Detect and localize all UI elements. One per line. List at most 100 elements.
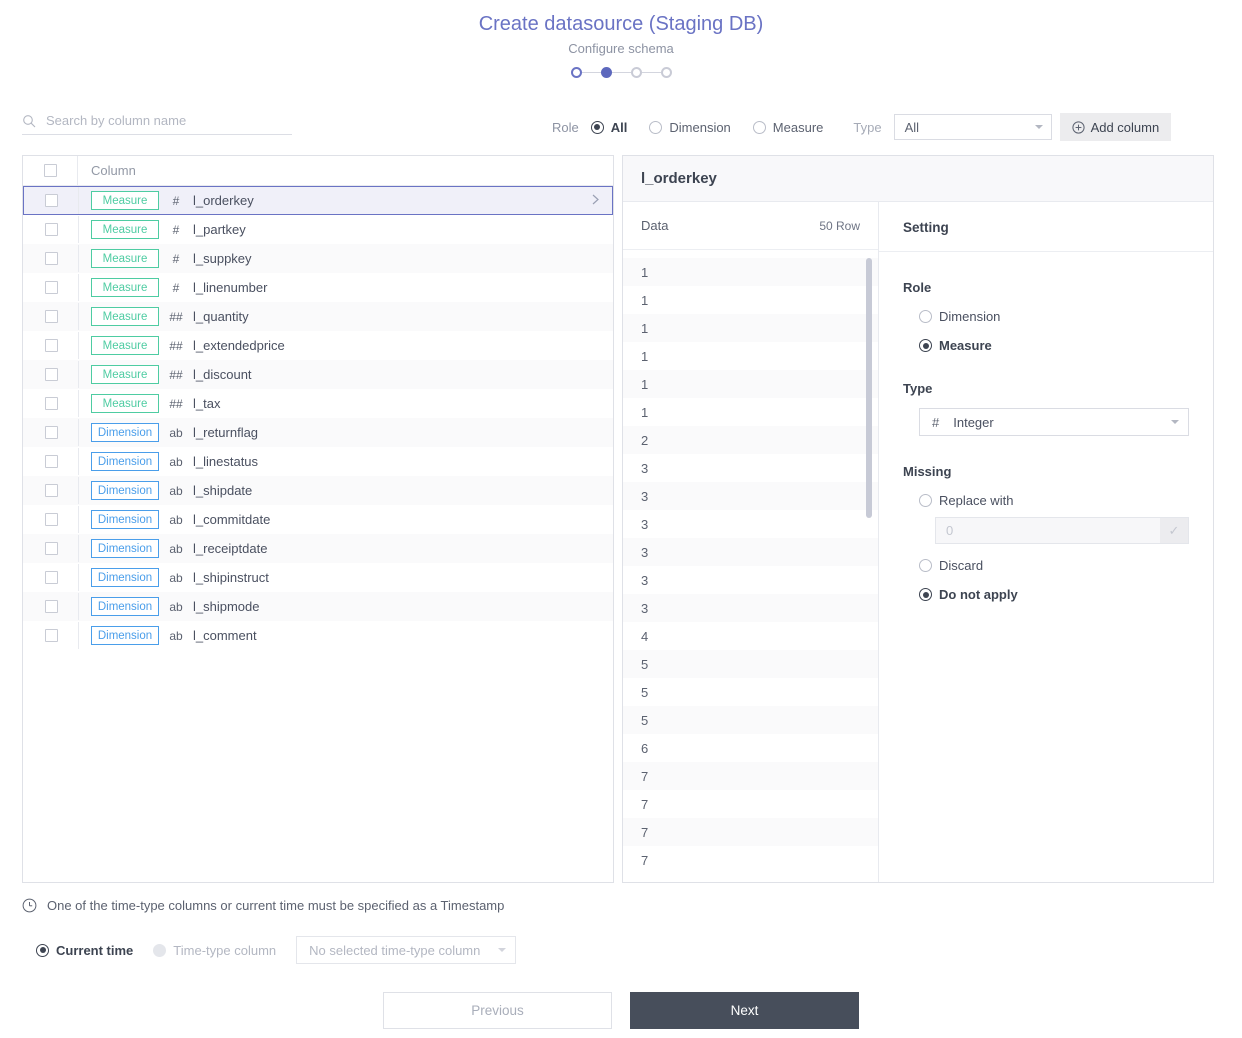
table-row[interactable]: Measure ## l_extendedprice xyxy=(23,331,613,360)
row-checkbox-cell[interactable] xyxy=(24,397,78,410)
row-checkbox[interactable] xyxy=(44,310,58,323)
row-checkbox-cell[interactable] xyxy=(24,542,78,555)
row-checkbox-cell[interactable] xyxy=(24,455,78,468)
table-row[interactable]: Measure # l_orderkey xyxy=(23,186,613,215)
table-row[interactable]: Dimension ab l_returnflag xyxy=(23,418,613,447)
row-checkbox[interactable] xyxy=(44,223,58,236)
table-row[interactable]: Measure # l_linenumber xyxy=(23,273,613,302)
select-all-checkbox-cell[interactable] xyxy=(23,164,77,177)
add-column-button[interactable]: Add column xyxy=(1059,113,1172,141)
row-checkbox-cell[interactable] xyxy=(24,600,78,613)
step-progress-indicator xyxy=(0,67,1242,78)
data-rows-container: 1 1 1 1 1 1 2 3 3 3 3 3 3 4 5 5 5 6 7 7 7 7 xyxy=(623,258,878,874)
replace-value-field[interactable]: ✓ xyxy=(935,517,1189,544)
row-checkbox[interactable] xyxy=(44,339,58,352)
role-badge: Dimension xyxy=(91,452,159,471)
row-checkbox-cell[interactable] xyxy=(24,281,78,294)
role-filter-measure[interactable]: Measure xyxy=(752,120,823,135)
table-row[interactable]: Dimension ab l_linestatus xyxy=(23,447,613,476)
row-checkbox-cell[interactable] xyxy=(24,194,78,207)
columns-table-body: Measure # l_orderkey Measure # l_partkey Measu… xyxy=(23,186,613,882)
row-divider xyxy=(78,477,79,504)
row-checkbox-cell[interactable] xyxy=(24,223,78,236)
row-checkbox-cell[interactable] xyxy=(24,339,78,352)
role-filter-dimension[interactable]: Dimension xyxy=(649,120,731,135)
row-checkbox-cell[interactable] xyxy=(24,368,78,381)
check-icon[interactable]: ✓ xyxy=(1160,518,1188,543)
row-checkbox[interactable] xyxy=(44,571,58,584)
decimal-type-icon: ## xyxy=(169,338,183,353)
table-row[interactable]: Dimension ab l_commitdate xyxy=(23,505,613,534)
row-divider xyxy=(78,187,79,214)
role-badge: Measure xyxy=(91,278,159,297)
table-row[interactable]: Dimension ab l_shipinstruct xyxy=(23,563,613,592)
table-row[interactable]: Measure # l_suppkey xyxy=(23,244,613,273)
row-checkbox-cell[interactable] xyxy=(24,426,78,439)
integer-type-icon: # xyxy=(172,280,180,295)
detail-role-option-measure[interactable]: Measure xyxy=(903,338,1189,353)
data-list-scrollbar[interactable] xyxy=(866,258,872,518)
step-dot-4[interactable] xyxy=(660,67,672,78)
type-filter-value: All xyxy=(904,119,920,135)
column-name: l_orderkey xyxy=(193,193,254,208)
role-filter-all[interactable]: All xyxy=(590,120,627,135)
row-checkbox[interactable] xyxy=(44,281,58,294)
select-all-checkbox[interactable] xyxy=(43,164,57,177)
type-filter-select[interactable]: All xyxy=(893,114,1052,140)
row-checkbox-cell[interactable] xyxy=(24,252,78,265)
radio-label: Discard xyxy=(939,558,984,573)
add-column-label: Add column xyxy=(1090,119,1160,135)
row-checkbox[interactable] xyxy=(44,629,58,642)
table-row[interactable]: Measure ## l_discount xyxy=(23,360,613,389)
chevron-down-icon xyxy=(1171,420,1179,424)
step-dot-1[interactable] xyxy=(570,67,582,78)
row-checkbox[interactable] xyxy=(44,600,58,613)
search-field[interactable] xyxy=(22,112,292,135)
missing-option-do-not-apply[interactable]: Do not apply xyxy=(903,587,1189,602)
data-row: 3 xyxy=(641,516,649,532)
row-checkbox-cell[interactable] xyxy=(24,310,78,323)
row-checkbox[interactable] xyxy=(44,455,58,468)
table-row[interactable]: Dimension ab l_shipdate xyxy=(23,476,613,505)
row-checkbox[interactable] xyxy=(44,542,58,555)
table-row[interactable]: Dimension ab l_shipmode xyxy=(23,592,613,621)
table-row[interactable]: Measure # l_partkey xyxy=(23,215,613,244)
column-name: l_quantity xyxy=(193,309,249,324)
missing-option-discard[interactable]: Discard xyxy=(903,558,1189,573)
previous-button[interactable]: Previous xyxy=(383,992,612,1029)
column-name: l_discount xyxy=(193,367,252,382)
row-checkbox-cell[interactable] xyxy=(24,629,78,642)
detail-role-option-dimension[interactable]: Dimension xyxy=(903,309,1189,324)
next-button[interactable]: Next xyxy=(630,992,859,1029)
wizard-header: Create datasource (Staging DB) Configure… xyxy=(0,0,1242,78)
chevron-right-icon[interactable] xyxy=(591,193,600,209)
data-value-list[interactable]: 1 1 1 1 1 1 2 3 3 3 3 3 3 4 5 5 5 6 7 7 7 7 xyxy=(623,250,878,882)
row-divider xyxy=(78,564,79,591)
table-row[interactable]: Measure ## l_tax xyxy=(23,389,613,418)
radio-icon xyxy=(919,559,932,572)
missing-option-replace-with[interactable]: Replace with xyxy=(903,493,1189,508)
integer-type-icon: # xyxy=(172,222,180,237)
table-row[interactable]: Dimension ab l_comment xyxy=(23,621,613,650)
step-dot-2[interactable] xyxy=(600,67,612,78)
search-input[interactable] xyxy=(44,112,292,129)
row-checkbox[interactable] xyxy=(44,484,58,497)
row-checkbox-cell[interactable] xyxy=(24,513,78,526)
row-checkbox[interactable] xyxy=(44,397,58,410)
table-row[interactable]: Dimension ab l_receiptdate xyxy=(23,534,613,563)
replace-value-input[interactable] xyxy=(936,518,1160,543)
step-dot-3[interactable] xyxy=(630,67,642,78)
row-checkbox[interactable] xyxy=(44,368,58,381)
row-checkbox-cell[interactable] xyxy=(24,571,78,584)
row-checkbox-cell[interactable] xyxy=(24,484,78,497)
row-checkbox[interactable] xyxy=(44,194,58,207)
timestamp-option-current-time[interactable]: Current time xyxy=(36,943,133,958)
column-type-select[interactable]: # Integer xyxy=(919,408,1189,436)
row-checkbox[interactable] xyxy=(44,513,58,526)
column-name: l_receiptdate xyxy=(193,541,268,556)
table-row[interactable]: Measure ## l_quantity xyxy=(23,302,613,331)
chevron-down-icon xyxy=(498,948,507,952)
data-row: 1 xyxy=(641,404,649,420)
row-checkbox[interactable] xyxy=(44,426,58,439)
row-checkbox[interactable] xyxy=(44,252,58,265)
